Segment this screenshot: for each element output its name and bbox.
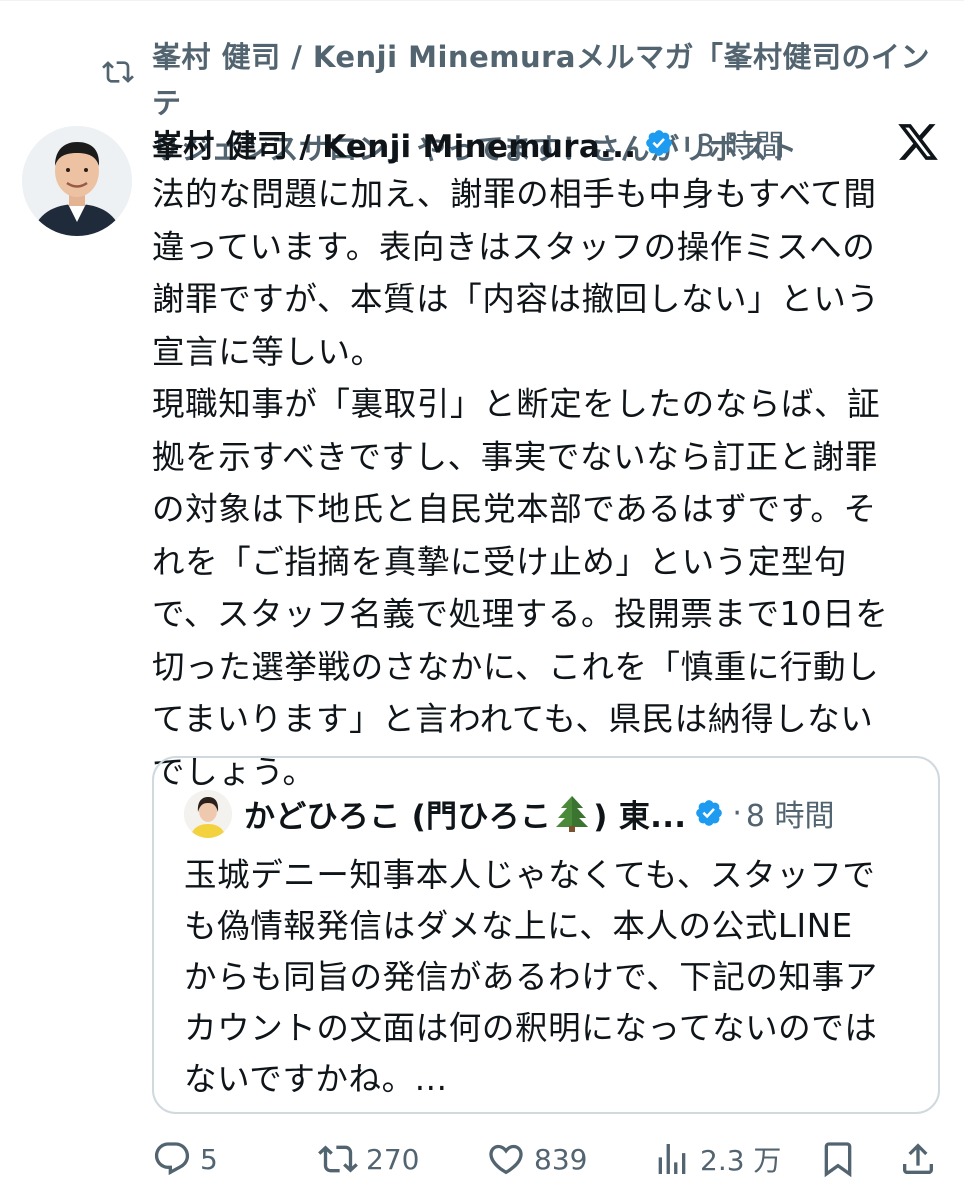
quoted-text-line: 玉城デニー知事本人じゃなくても、スタッフで bbox=[184, 856, 876, 894]
action-bar: 5 270 839 2.3 万 bbox=[152, 1136, 942, 1182]
views-count: 2.3 万 bbox=[700, 1144, 782, 1177]
post-text-line: 宣言に等しい。 bbox=[152, 332, 384, 371]
post-text-line: 拠を示すべきですし、事実でないなら訂正と謝罪 bbox=[152, 437, 878, 476]
like-count: 839 bbox=[534, 1142, 588, 1176]
views-button[interactable]: 2.3 万 bbox=[652, 1136, 781, 1182]
quoted-post-time: 8 時間 bbox=[745, 799, 835, 834]
post-text: 法的な問題に加え、謝罪の相手も中身もすべて間 違っています。表向きはスタッフの操… bbox=[152, 168, 932, 798]
post-text-line: れを「ご指摘を真摯に受け止め」という定型句 bbox=[152, 542, 848, 581]
reply-icon bbox=[154, 1142, 190, 1176]
post-text-line: 謝罪ですが、本質は「内容は撤回しない」という bbox=[152, 280, 880, 318]
heart-icon bbox=[489, 1144, 523, 1175]
repost-line: 峯村 健司 / Kenji Minemuraメルマガ「峯村健司のインテ bbox=[152, 40, 930, 120]
verified-badge-icon bbox=[646, 130, 673, 156]
quoted-post-card[interactable]: かどひろこ (門ひろこ ) 東... · 8 時間 玉城デニー知事本人じゃなくて… bbox=[152, 756, 940, 1114]
author-avatar[interactable] bbox=[22, 126, 132, 236]
quoted-author-avatar bbox=[184, 790, 232, 838]
quoted-author-photo bbox=[184, 790, 232, 838]
like-button[interactable]: 839 bbox=[486, 1136, 587, 1182]
quoted-author-name-suffix: ) 東... bbox=[593, 798, 687, 835]
quoted-text-line: ないですかね。... bbox=[184, 1060, 448, 1098]
post-text-line: 現職知事が「裏取引」と断定をしたのならば、証 bbox=[152, 385, 881, 423]
repost-button[interactable]: 270 bbox=[318, 1136, 419, 1182]
post-text-line: 切った選挙戦のさなかに、これを「慎重に行動し bbox=[152, 647, 880, 686]
verified-badge-icon bbox=[696, 800, 723, 826]
post-text-line: で、スタッフ名義で処理する。投開票まで10日を bbox=[152, 595, 889, 633]
separator-dot: · bbox=[732, 795, 742, 831]
repost-count: 270 bbox=[366, 1142, 420, 1176]
quoted-author-name[interactable]: かどひろこ (門ひろこ ) 東... bbox=[244, 791, 686, 836]
quoted-post-header: かどひろこ (門ひろこ ) 東... · 8 時間 bbox=[244, 788, 924, 838]
top-divider bbox=[0, 0, 964, 1]
repost-icon bbox=[318, 1145, 358, 1173]
quoted-post-text: 玉城デニー知事本人じゃなくても、スタッフで も偽情報発信はダメな上に、本人の公式… bbox=[184, 850, 924, 1105]
views-chart-icon bbox=[658, 1144, 686, 1174]
author-name[interactable]: 峯村 健司 / Kenji Minemura... bbox=[152, 121, 636, 166]
quoted-text-line: も偽情報発信はダメな上に、本人の公式LINE bbox=[184, 907, 853, 945]
post-text-line: 法的な問題に加え、謝罪の相手も中身もすべて間 bbox=[152, 175, 877, 213]
share-icon bbox=[903, 1143, 933, 1174]
post-time[interactable]: 3 時間 bbox=[696, 121, 785, 165]
reply-count: 5 bbox=[200, 1142, 218, 1176]
repost-icon bbox=[102, 61, 134, 83]
reply-button[interactable]: 5 bbox=[152, 1136, 218, 1182]
x-logo-icon bbox=[898, 124, 938, 160]
post-text-line: の対象は下地氏と自民党本部であるはずです。そ bbox=[152, 490, 877, 528]
quoted-author-name-prefix: かどひろこ (門ひろこ bbox=[244, 798, 552, 835]
quoted-text-line: からも同旨の発信があるわけで、下記の知事ア bbox=[184, 958, 878, 996]
author-photo bbox=[22, 126, 132, 236]
post-screen: 峯村 健司 / Kenji Minemuraメルマガ「峯村健司のインテ リジェン… bbox=[0, 0, 964, 1200]
post-text-line: 違っています。表向きはスタッフの操作ミスへの bbox=[152, 227, 876, 266]
share-button[interactable] bbox=[898, 1136, 938, 1182]
evergreen-tree-icon bbox=[556, 795, 589, 832]
bookmark-icon bbox=[824, 1142, 852, 1178]
bookmark-button[interactable] bbox=[818, 1136, 858, 1182]
post-header: 峯村 健司 / Kenji Minemura... · 3 時間 bbox=[152, 118, 852, 168]
separator-dot: · bbox=[682, 125, 692, 161]
quoted-text-line: カウントの文面は何の釈明になってないのでは bbox=[184, 1009, 878, 1047]
post-text-line: てまいります」と言われても、県民は納得しない bbox=[152, 700, 874, 738]
